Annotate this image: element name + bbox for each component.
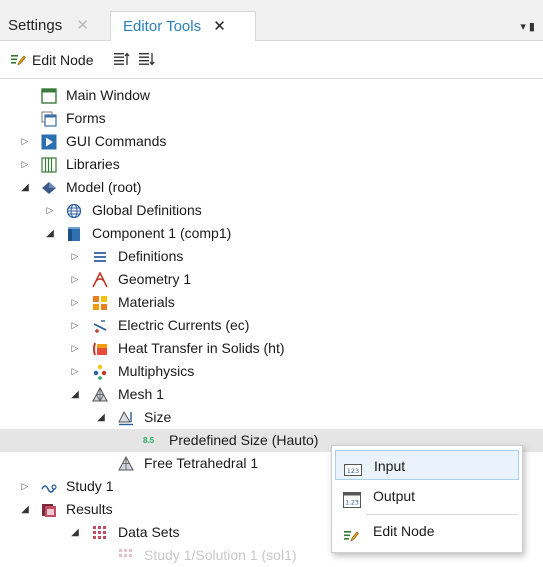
tree-row-geometry-1[interactable]: ▷ Geometry 1 — [0, 268, 543, 291]
tree-label: Free Tetrahedral 1 — [144, 455, 259, 471]
predefined-size-icon: 8.5 — [143, 436, 155, 445]
study-icon — [41, 479, 57, 495]
expand-caret-icon[interactable]: ▷ — [70, 245, 80, 268]
libraries-icon — [41, 157, 57, 173]
move-up-icon[interactable] — [113, 51, 131, 69]
context-menu-divider — [366, 514, 518, 515]
tree-label: Mesh 1 — [118, 386, 164, 402]
size-icon — [118, 410, 134, 426]
context-menu-item-input[interactable]: 123 Input — [335, 450, 519, 480]
tree-label: Size — [144, 409, 172, 425]
tree-label: Model (root) — [66, 179, 142, 195]
geometry-icon — [92, 272, 108, 288]
expand-caret-icon[interactable]: ▷ — [70, 268, 80, 291]
results-icon — [41, 502, 57, 518]
heat-transfer-icon — [92, 341, 108, 357]
tree-label: Definitions — [118, 248, 184, 264]
tab-bar: Settings ✕ Editor Tools ✕ ▾ ▮ — [0, 0, 543, 42]
mesh-icon — [92, 387, 108, 403]
main-window-icon — [41, 88, 57, 104]
tree-label: Multiphysics — [118, 363, 195, 379]
collapse-caret-icon[interactable]: ◢ — [70, 521, 80, 544]
output-icon: 1.23 — [343, 488, 361, 508]
toolbar: Edit Node — [0, 41, 543, 79]
expand-caret-icon[interactable]: ▷ — [45, 199, 55, 222]
svg-text:123: 123 — [347, 467, 359, 475]
solution-icon — [118, 548, 134, 564]
component-icon — [66, 226, 82, 242]
tree-row-global-definitions[interactable]: ▷ Global Definitions — [0, 199, 543, 222]
move-down-icon[interactable] — [138, 51, 156, 69]
expand-caret-icon[interactable]: ▷ — [70, 314, 80, 337]
panel-menu-icon[interactable]: ▾ ▮ — [520, 20, 535, 33]
expand-caret-icon[interactable]: ▷ — [20, 130, 30, 153]
data-sets-icon — [92, 525, 108, 541]
tree-row-multiphysics[interactable]: ▷ Multiphysics — [0, 360, 543, 383]
tab-editor-tools[interactable]: Editor Tools ✕ — [110, 11, 256, 42]
tree-row-size[interactable]: ◢ Size — [0, 406, 543, 429]
tree-label: Predefined Size (Hauto) — [169, 432, 319, 448]
tree-label: Heat Transfer in Solids (ht) — [118, 340, 285, 356]
context-menu: 123 Input 1.23 Output Edit Node — [331, 445, 523, 553]
forms-icon — [41, 111, 57, 127]
tree-label: Forms — [66, 110, 106, 126]
tree-row-main-window[interactable]: Main Window — [0, 84, 543, 107]
tree-label: Component 1 (comp1) — [92, 225, 232, 241]
expand-caret-icon[interactable]: ▷ — [20, 153, 30, 176]
tree-label: Results — [66, 501, 113, 517]
expand-caret-icon[interactable]: ▷ — [20, 475, 30, 498]
tree-label: Global Definitions — [92, 202, 202, 218]
tree-label: GUI Commands — [66, 133, 167, 149]
svg-text:1.23: 1.23 — [345, 500, 359, 507]
tree-row-model-root[interactable]: ◢ Model (root) — [0, 176, 543, 199]
tree-label: Study 1 — [66, 478, 114, 494]
tree-row-materials[interactable]: ▷ Materials — [0, 291, 543, 314]
edit-node-button[interactable]: Edit Node — [32, 51, 93, 69]
context-menu-item-edit-node[interactable]: Edit Node — [335, 516, 519, 546]
toolbar-divider — [0, 78, 543, 79]
expand-caret-icon[interactable]: ▷ — [70, 291, 80, 314]
multiphysics-icon — [92, 364, 108, 380]
context-menu-item-label: Output — [373, 488, 416, 504]
electric-currents-icon — [92, 318, 108, 334]
collapse-caret-icon[interactable]: ◢ — [96, 406, 106, 429]
tree-row-heat-transfer[interactable]: ▷ Heat Transfer in Solids (ht) — [0, 337, 543, 360]
tree-label: Materials — [118, 294, 175, 310]
tree-row-electric-currents[interactable]: ▷ Electric Currents (ec) — [0, 314, 543, 337]
input-icon: 123 — [344, 458, 362, 476]
definitions-icon — [92, 249, 108, 265]
collapse-caret-icon[interactable]: ◢ — [45, 222, 55, 245]
close-icon[interactable]: ✕ — [76, 17, 89, 34]
tab-settings[interactable]: Settings ✕ — [0, 11, 108, 40]
collapse-caret-icon[interactable]: ◢ — [20, 498, 30, 521]
free-tetrahedral-icon — [118, 456, 134, 472]
edit-node-icon — [343, 523, 361, 542]
close-icon[interactable]: ✕ — [213, 18, 226, 35]
context-menu-item-output[interactable]: 1.23 Output — [335, 481, 519, 511]
tree-row-gui-commands[interactable]: ▷ GUI Commands — [0, 130, 543, 153]
tree-row-component-1[interactable]: ◢ Component 1 (comp1) — [0, 222, 543, 245]
tree-row-mesh-1[interactable]: ◢ Mesh 1 — [0, 383, 543, 406]
collapse-caret-icon[interactable]: ◢ — [20, 176, 30, 199]
tree-row-libraries[interactable]: ▷ Libraries — [0, 153, 543, 176]
expand-caret-icon[interactable]: ▷ — [70, 337, 80, 360]
edit-node-icon[interactable] — [10, 51, 26, 69]
tree-label: Main Window — [66, 87, 151, 103]
expand-caret-icon[interactable]: ▷ — [70, 360, 80, 383]
model-root-icon — [41, 180, 57, 196]
tree-label: Geometry 1 — [118, 271, 192, 287]
globe-icon — [66, 203, 82, 219]
tree-row-definitions[interactable]: ▷ Definitions — [0, 245, 543, 268]
tree-row-forms[interactable]: Forms — [0, 107, 543, 130]
tree-label: Data Sets — [118, 524, 180, 540]
materials-icon — [92, 295, 108, 311]
context-menu-item-label: Edit Node — [373, 523, 435, 539]
context-menu-item-label: Input — [374, 458, 406, 474]
tab-settings-label: Settings — [8, 17, 63, 34]
collapse-caret-icon[interactable]: ◢ — [70, 383, 80, 406]
tree-label: Libraries — [66, 156, 120, 172]
tab-editor-tools-label: Editor Tools — [123, 18, 202, 35]
tree-label: Electric Currents (ec) — [118, 317, 250, 333]
gui-commands-icon — [41, 134, 57, 150]
